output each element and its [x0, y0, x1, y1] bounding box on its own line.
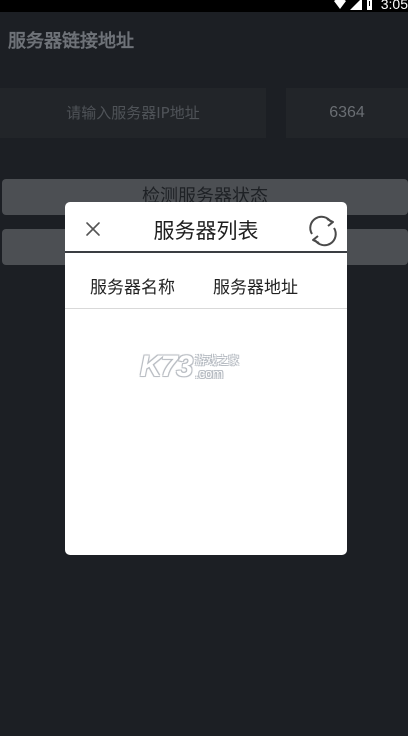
battery-icon: [366, 0, 372, 10]
table-header: 服务器名称 服务器地址: [65, 253, 347, 309]
server-ip-input[interactable]: [0, 88, 266, 138]
status-icons: 3:05: [333, 0, 408, 12]
status-time: 3:05: [380, 0, 408, 12]
column-server-name: 服务器名称: [90, 278, 175, 298]
watermark-text: 游戏之家 .com: [195, 354, 239, 380]
refresh-icon[interactable]: [306, 214, 340, 248]
server-list[interactable]: [65, 309, 347, 555]
page-title: 服务器链接地址: [8, 31, 134, 52]
signal-icon: [349, 0, 362, 10]
wifi-icon: [333, 0, 346, 9]
watermark-domain: .com: [195, 366, 224, 381]
dialog-title: 服务器列表: [153, 219, 259, 243]
column-server-address: 服务器地址: [213, 278, 298, 298]
port-input[interactable]: [286, 88, 408, 138]
watermark: K73 游戏之家 .com: [140, 350, 239, 384]
dialog-header: 服务器列表: [65, 202, 347, 253]
server-list-dialog: 服务器列表 服务器名称 服务器地址 K73 游戏之家 .com: [65, 202, 347, 555]
watermark-logo: K73: [140, 350, 193, 383]
status-bar: 3:05: [0, 0, 408, 12]
